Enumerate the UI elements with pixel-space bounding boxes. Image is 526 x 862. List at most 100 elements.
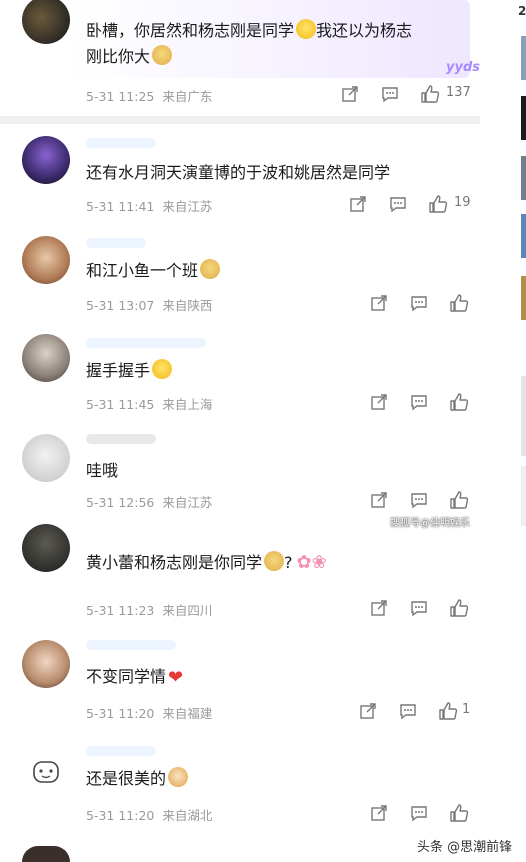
comment-actions (369, 803, 479, 823)
comment-text-part: 黄小蕾和杨志刚是你同学 (86, 553, 263, 572)
comment-text-part: 还是很美的 (86, 769, 167, 788)
comment-location: 来自江苏 (162, 495, 213, 510)
comment-icon[interactable] (398, 701, 418, 721)
comment-actions: 19 (348, 194, 488, 214)
like-count: 137 (446, 85, 471, 100)
comment-text: 黄小蕾和杨志刚是你同学? ✿❀ (86, 550, 486, 576)
comment-icon[interactable] (388, 194, 408, 214)
comment-text-part: 握手握手 (86, 361, 151, 380)
comment-icon[interactable] (409, 803, 429, 823)
share-icon[interactable] (369, 598, 389, 618)
share-icon[interactable] (369, 490, 389, 510)
comment-actions (369, 293, 479, 313)
comment-item: 还是很美的 5-31 11:20 来自湖北 (0, 738, 500, 834)
comment-item: 和江小鱼一个班 5-31 13:07 来自陕西 (0, 226, 500, 316)
comment-feed: 卧槽，你居然和杨志刚是同学 我还以为杨志 刚比你大 yyds 5-31 11:25… (0, 0, 500, 862)
comment-location: 来自湖北 (162, 808, 213, 823)
like-count: 19 (454, 195, 471, 210)
cat-emoji-icon (168, 767, 189, 787)
like-icon[interactable] (438, 701, 458, 721)
comment-actions: 137 (340, 84, 480, 104)
comment-item: 卧槽，你居然和杨志刚是同学 我还以为杨志 刚比你大 yyds 5-31 11:25… (0, 0, 500, 112)
share-icon[interactable] (348, 194, 368, 214)
username-blurred (86, 746, 156, 756)
comment-text-part: 和江小鱼一个班 (86, 261, 199, 280)
comment-date: 5-31 11:20 (86, 706, 155, 721)
avatar[interactable] (22, 136, 70, 184)
comment-text: 和江小鱼一个班 (86, 258, 486, 284)
yyds-sticker: yyds (446, 60, 480, 75)
doge-emoji-icon (200, 259, 221, 279)
avatar[interactable] (22, 0, 70, 44)
comment-meta: 5-31 11:20 来自福建 (86, 703, 212, 722)
like-icon[interactable] (449, 293, 469, 313)
thumbnail (521, 96, 526, 140)
comment-text-part: 还有水月洞天演童博的于波和姚居然是同学 (86, 163, 391, 182)
like-count: 1 (462, 702, 471, 717)
comment-text-part: 哇哦 (86, 461, 119, 480)
comment-text: 握手握手 (86, 358, 486, 384)
comment-text-part: 不变同学情 (86, 667, 167, 686)
cartoon-face-icon (33, 761, 59, 783)
thumbnail (521, 156, 526, 200)
comment-date: 5-31 12:56 (86, 495, 155, 510)
comment-icon[interactable] (409, 293, 429, 313)
comment-text: 不变同学情 ❤ (86, 664, 486, 691)
comment-item: 黄小蕾和杨志刚是你同学? ✿❀ 5-31 11:23 来自四川 (0, 524, 500, 626)
share-icon[interactable] (369, 803, 389, 823)
comment-icon[interactable] (409, 490, 429, 510)
watermark-text: 搜狐号@佳明娱乐 (390, 518, 470, 529)
section-divider (0, 116, 480, 124)
like-icon[interactable] (449, 490, 469, 510)
share-icon[interactable] (340, 84, 360, 104)
avatar[interactable] (22, 640, 70, 688)
share-icon[interactable] (369, 392, 389, 412)
comment-meta: 5-31 11:41 来自江苏 (86, 196, 212, 215)
like-icon[interactable] (449, 803, 469, 823)
comment-text: 哇哦 (86, 458, 486, 484)
heart-emoji-icon: ❤ (168, 667, 184, 688)
comment-text-part: 我还以为杨志 (316, 21, 413, 40)
doge-emoji-icon (152, 45, 173, 65)
comment-location: 来自陕西 (162, 298, 213, 313)
comment-text: 还是很美的 (86, 766, 486, 792)
comment-text-part: 刚比你大 (86, 47, 151, 66)
comment-item: 哇哦 5-31 12:56 来自江苏 搜狐号@佳明娱乐 (0, 426, 500, 529)
comment-date: 5-31 13:07 (86, 298, 155, 313)
like-icon[interactable] (449, 392, 469, 412)
comment-location: 来自四川 (162, 603, 213, 618)
comment-date: 5-31 11:41 (86, 199, 155, 214)
comment-actions: 1 (358, 701, 478, 721)
username-blurred (86, 434, 156, 444)
comment-icon[interactable] (380, 84, 400, 104)
comment-icon[interactable] (409, 598, 429, 618)
comment-item: 不变同学情 ❤ 5-31 11:20 来自福建 1 (0, 632, 500, 730)
like-icon[interactable] (428, 194, 448, 214)
laughing-crying-emoji-icon (152, 359, 173, 379)
comment-meta: 5-31 12:56 来自江苏 (86, 492, 212, 511)
comment-date: 5-31 11:20 (86, 808, 155, 823)
avatar[interactable] (22, 524, 70, 572)
right-side-strip (500, 0, 526, 862)
comment-text: 还有水月洞天演童博的于波和姚居然是同学 (86, 160, 486, 186)
avatar[interactable] (22, 746, 70, 794)
like-icon[interactable] (420, 84, 440, 104)
comment-date: 5-31 11:25 (86, 89, 155, 104)
like-icon[interactable] (449, 598, 469, 618)
avatar[interactable] (22, 236, 70, 284)
comment-icon[interactable] (409, 392, 429, 412)
comment-text-part: ? (284, 553, 293, 572)
comment-date: 5-31 11:45 (86, 397, 155, 412)
share-icon[interactable] (358, 701, 378, 721)
comment-location: 来自上海 (162, 397, 213, 412)
comment-actions (369, 392, 479, 412)
comment-item: 握手握手 5-31 11:45 来自上海 (0, 326, 500, 418)
comment-actions (369, 490, 479, 510)
avatar[interactable] (22, 434, 70, 482)
avatar[interactable] (22, 334, 70, 382)
comment-meta: 5-31 11:20 来自湖北 (86, 805, 212, 824)
avatar[interactable] (22, 846, 70, 862)
share-icon[interactable] (369, 293, 389, 313)
username-blurred (86, 640, 176, 650)
comment-text-part: 卧槽，你居然和杨志刚是同学 (86, 21, 295, 40)
